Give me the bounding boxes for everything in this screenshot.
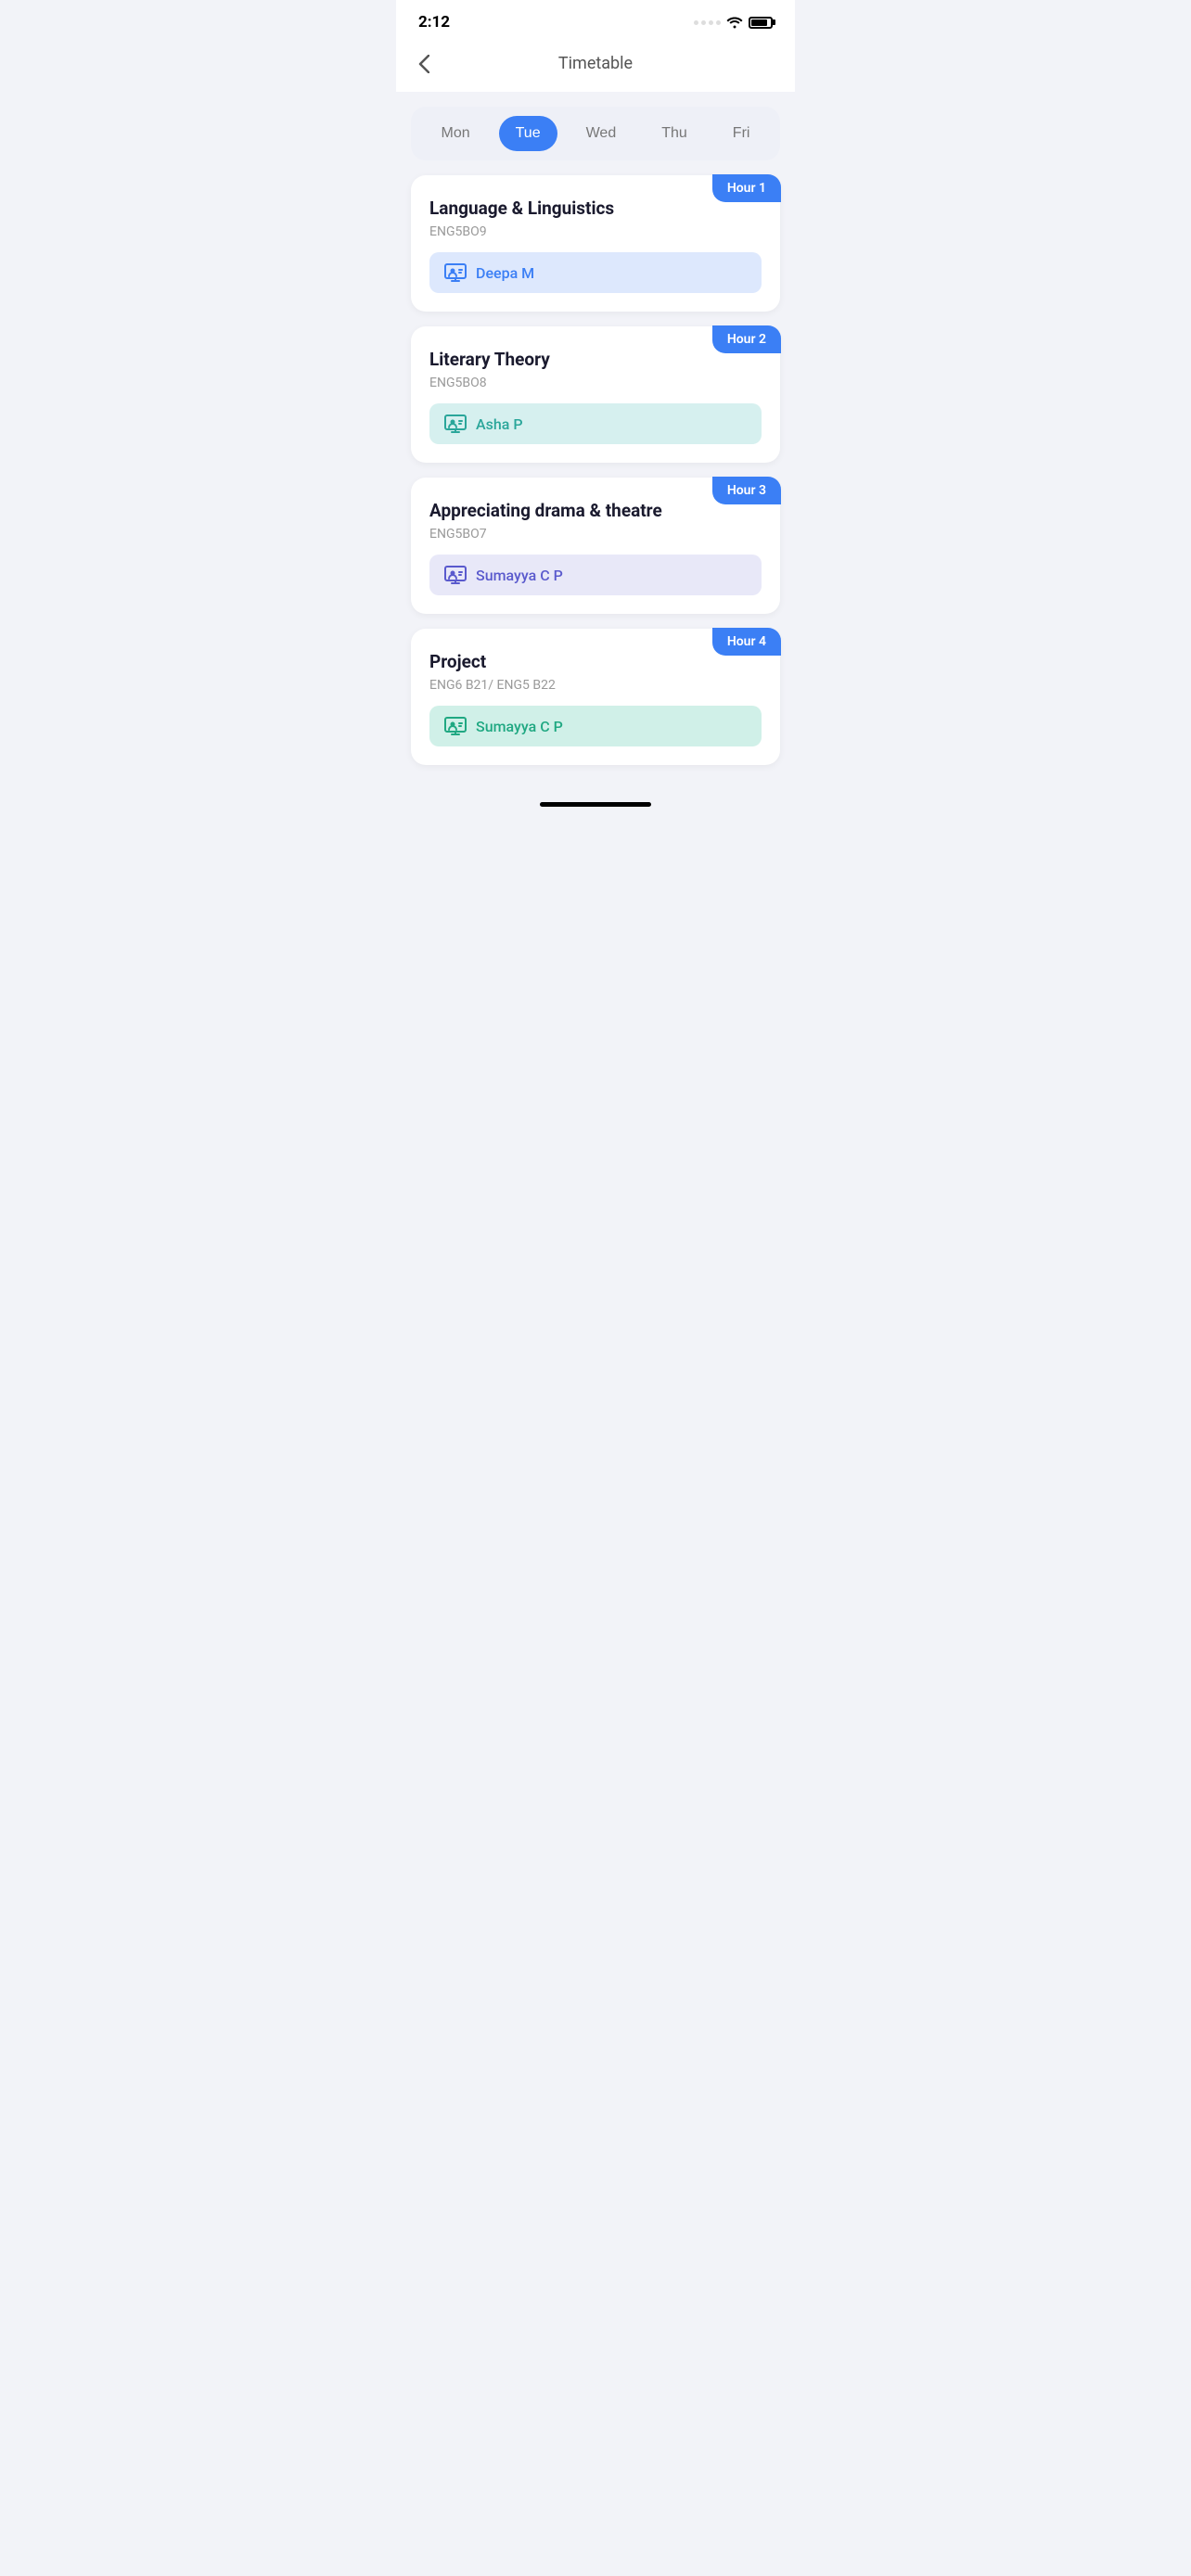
teacher-icon-4 bbox=[444, 717, 467, 735]
day-fri[interactable]: Fri bbox=[716, 116, 767, 151]
teacher-icon-3 bbox=[444, 566, 467, 584]
schedule-card-4: Hour 4 Project ENG6 B21/ ENG5 B22 Sumayy… bbox=[411, 629, 780, 765]
subject-title-1: Language & Linguistics bbox=[429, 198, 762, 219]
hour-badge-2: Hour 2 bbox=[712, 325, 781, 353]
subject-title-3: Appreciating drama & theatre bbox=[429, 500, 762, 521]
teacher-name-1: Deepa M bbox=[476, 264, 534, 282]
battery-icon bbox=[749, 17, 773, 29]
wifi-icon bbox=[726, 16, 743, 29]
subject-code-3: ENG5BO7 bbox=[429, 527, 762, 542]
day-wed[interactable]: Wed bbox=[570, 116, 634, 151]
home-bar bbox=[540, 802, 651, 807]
teacher-chip-4[interactable]: Sumayya C P bbox=[429, 706, 762, 746]
day-thu[interactable]: Thu bbox=[645, 116, 704, 151]
schedule-card-2: Hour 2 Literary Theory ENG5BO8 Asha P bbox=[411, 326, 780, 463]
teacher-name-2: Asha P bbox=[476, 415, 523, 433]
hour-badge-4: Hour 4 bbox=[712, 628, 781, 656]
teacher-name-3: Sumayya C P bbox=[476, 567, 563, 584]
teacher-name-4: Sumayya C P bbox=[476, 718, 563, 735]
day-mon[interactable]: Mon bbox=[425, 116, 487, 151]
hour-badge-1: Hour 1 bbox=[712, 174, 781, 202]
day-tue[interactable]: Tue bbox=[499, 116, 557, 151]
hour-badge-3: Hour 3 bbox=[712, 477, 781, 504]
schedule-card-3: Hour 3 Appreciating drama & theatre ENG5… bbox=[411, 478, 780, 614]
teacher-chip-3[interactable]: Sumayya C P bbox=[429, 555, 762, 595]
day-selector: Mon Tue Wed Thu Fri bbox=[411, 107, 780, 160]
status-time: 2:12 bbox=[418, 13, 450, 32]
teacher-icon-2 bbox=[444, 414, 467, 433]
teacher-chip-2[interactable]: Asha P bbox=[429, 403, 762, 444]
schedule-card-1: Hour 1 Language & Linguistics ENG5BO9 De… bbox=[411, 175, 780, 312]
teacher-chip-1[interactable]: Deepa M bbox=[429, 252, 762, 293]
subject-title-4: Project bbox=[429, 651, 762, 672]
status-icons bbox=[694, 16, 773, 29]
home-indicator bbox=[396, 787, 795, 814]
subject-code-4: ENG6 B21/ ENG5 B22 bbox=[429, 678, 762, 693]
subject-code-2: ENG5BO8 bbox=[429, 376, 762, 390]
schedule-list: Hour 1 Language & Linguistics ENG5BO9 De… bbox=[396, 175, 795, 765]
header: Timetable bbox=[396, 39, 795, 92]
back-button[interactable] bbox=[418, 55, 429, 73]
subject-code-1: ENG5BO9 bbox=[429, 224, 762, 239]
signal-icon bbox=[694, 20, 721, 25]
status-bar: 2:12 bbox=[396, 0, 795, 39]
subject-title-2: Literary Theory bbox=[429, 349, 762, 370]
page-title: Timetable bbox=[558, 54, 633, 73]
teacher-icon-1 bbox=[444, 263, 467, 282]
